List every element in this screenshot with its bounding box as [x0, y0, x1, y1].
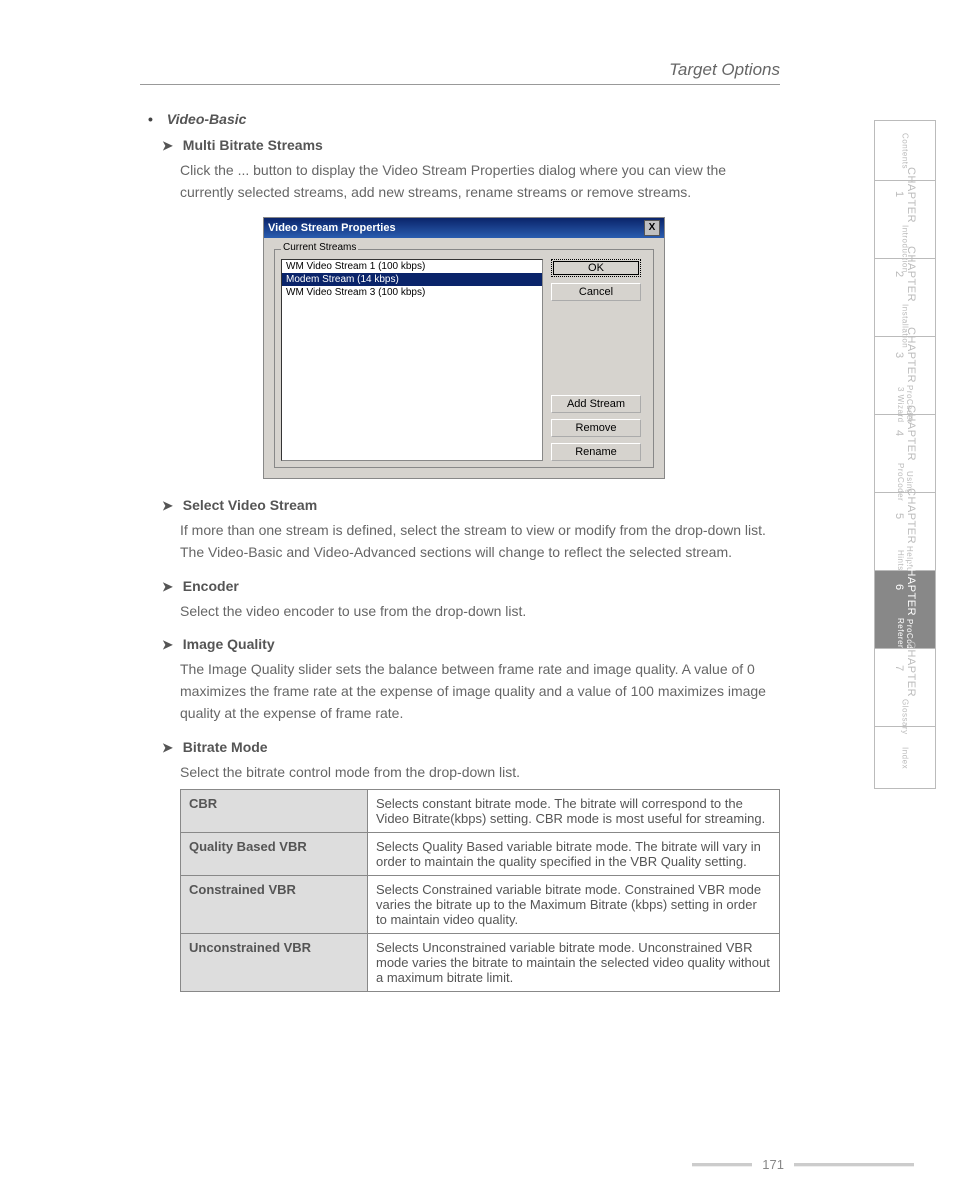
subsection-title: Encoder: [183, 578, 239, 594]
arrow-icon: ➤: [162, 138, 173, 153]
subsection-bitrate-mode: ➤ Bitrate Mode Select the bitrate contro…: [162, 739, 780, 993]
video-stream-properties-dialog: Video Stream Properties X Current Stream…: [263, 217, 665, 479]
bullet-icon: •: [148, 111, 153, 127]
tab-chapter-3[interactable]: CHAPTER 3 ProCoder 3 Wizard: [875, 336, 935, 414]
tab-big-label: CHAPTER 2: [893, 246, 917, 302]
mode-desc: Selects constant bitrate mode. The bitra…: [368, 790, 780, 833]
subsection-title: Multi Bitrate Streams: [183, 137, 323, 153]
tab-small-label: Index: [901, 747, 910, 769]
stream-list[interactable]: WM Video Stream 1 (100 kbps) Modem Strea…: [281, 259, 543, 461]
bitrate-mode-table: CBR Selects constant bitrate mode. The b…: [180, 789, 780, 992]
subsection-select-video-stream: ➤ Select Video Stream If more than one s…: [162, 497, 780, 563]
mode-name: Constrained VBR: [181, 876, 368, 934]
arrow-icon: ➤: [162, 579, 173, 594]
subsection-title: Select Video Stream: [183, 497, 317, 513]
subsection-body: The Image Quality slider sets the balanc…: [180, 659, 780, 724]
page-header-title: Target Options: [140, 60, 780, 85]
mode-name: Unconstrained VBR: [181, 934, 368, 992]
subsection-title: Image Quality: [183, 636, 275, 652]
tab-chapter-6[interactable]: CHAPTER 6 ProCoder Reference: [875, 570, 935, 648]
tab-chapter-4[interactable]: CHAPTER 4 Using ProCoder: [875, 414, 935, 492]
close-icon[interactable]: X: [644, 220, 660, 236]
page-footer: 171: [692, 1157, 914, 1172]
tab-small-label: Contents: [901, 133, 910, 169]
ok-button[interactable]: OK: [551, 259, 641, 277]
mode-name: CBR: [181, 790, 368, 833]
tab-big-label: CHAPTER 1: [893, 167, 917, 223]
tab-index[interactable]: Index: [875, 726, 935, 788]
subsection-body: Select the bitrate control mode from the…: [180, 762, 780, 784]
mode-desc: Selects Unconstrained variable bitrate m…: [368, 934, 780, 992]
tab-chapter-7[interactable]: CHAPTER 7 Glossary: [875, 648, 935, 726]
remove-button[interactable]: Remove: [551, 419, 641, 437]
section-root: • Video-Basic: [148, 111, 780, 127]
list-item[interactable]: Modem Stream (14 kbps): [282, 273, 542, 286]
mode-desc: Selects Quality Based variable bitrate m…: [368, 833, 780, 876]
subsection-title: Bitrate Mode: [183, 739, 268, 755]
add-stream-button[interactable]: Add Stream: [551, 395, 641, 413]
subsection-body: Click the ... button to display the Vide…: [180, 160, 780, 203]
tab-big-label: CHAPTER 5: [893, 488, 917, 544]
subsection-encoder: ➤ Encoder Select the video encoder to us…: [162, 578, 780, 623]
arrow-icon: ➤: [162, 637, 173, 652]
tab-big-label: CHAPTER 6: [893, 560, 917, 616]
tab-chapter-5[interactable]: CHAPTER 5 Helpful Hints: [875, 492, 935, 570]
cancel-button[interactable]: Cancel: [551, 283, 641, 301]
mode-name: Quality Based VBR: [181, 833, 368, 876]
tab-big-label: CHAPTER 3: [893, 327, 917, 383]
section-root-label: Video-Basic: [167, 111, 247, 127]
rename-button[interactable]: Rename: [551, 443, 641, 461]
dialog-group-label: Current Streams: [281, 242, 358, 253]
dialog-title: Video Stream Properties: [268, 222, 396, 234]
table-row: Quality Based VBR Selects Quality Based …: [181, 833, 780, 876]
tab-chapter-2[interactable]: CHAPTER 2 Installation: [875, 258, 935, 336]
table-row: Constrained VBR Selects Constrained vari…: [181, 876, 780, 934]
table-row: CBR Selects constant bitrate mode. The b…: [181, 790, 780, 833]
table-row: Unconstrained VBR Selects Unconstrained …: [181, 934, 780, 992]
tab-big-label: CHAPTER 4: [893, 405, 917, 461]
subsection-body: Select the video encoder to use from the…: [180, 601, 780, 623]
page-number: 171: [762, 1157, 784, 1172]
list-item[interactable]: WM Video Stream 1 (100 kbps): [282, 260, 542, 273]
arrow-icon: ➤: [162, 740, 173, 755]
mode-desc: Selects Constrained variable bitrate mod…: [368, 876, 780, 934]
chapter-tabs: Contents CHAPTER 1 Introduction CHAPTER …: [874, 120, 936, 789]
footer-line-icon: [794, 1163, 914, 1167]
list-item[interactable]: WM Video Stream 3 (100 kbps): [282, 286, 542, 299]
tab-big-label: CHAPTER 7: [893, 641, 917, 697]
footer-line-icon: [692, 1163, 752, 1167]
subsection-multi-bitrate: ➤ Multi Bitrate Streams Click the ... bu…: [162, 137, 780, 203]
subsection-image-quality: ➤ Image Quality The Image Quality slider…: [162, 636, 780, 724]
subsection-body: If more than one stream is defined, sele…: [180, 520, 780, 563]
arrow-icon: ➤: [162, 498, 173, 513]
